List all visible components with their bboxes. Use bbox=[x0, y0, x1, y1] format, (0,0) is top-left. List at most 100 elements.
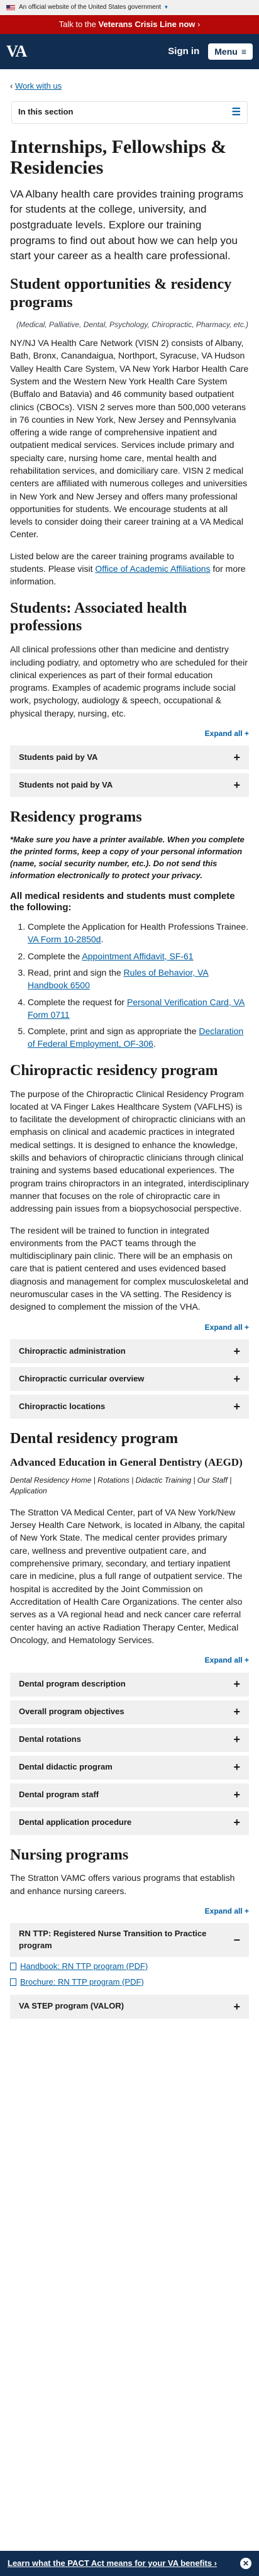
accordion-label: Chiropractic administration bbox=[19, 1346, 126, 1356]
step-item: Complete the Application for Health Prof… bbox=[28, 920, 249, 946]
opps-heading: Student opportunities & residency progra… bbox=[10, 276, 232, 311]
accordion-dental-rotations[interactable]: Dental rotations + bbox=[10, 1727, 249, 1752]
us-flag-icon bbox=[6, 4, 15, 11]
accordion-label: Students not paid by VA bbox=[19, 780, 113, 790]
arrow-right-icon: › bbox=[197, 20, 201, 29]
step-text: Complete, print and sign as appropriate … bbox=[28, 1026, 199, 1037]
oaa-link[interactable]: Office of Academic Affiliations bbox=[95, 564, 210, 574]
accordion-label: Students paid by VA bbox=[19, 752, 98, 762]
step-link[interactable]: Appointment Affidavit, SF-61 bbox=[82, 951, 193, 961]
accordion-label: Chiropractic locations bbox=[19, 1401, 106, 1411]
breadcrumb: ‹ Work with us bbox=[10, 69, 249, 101]
plus-icon: + bbox=[233, 779, 240, 792]
step-text: Complete the request for bbox=[28, 996, 127, 1007]
handbook-link[interactable]: Handbook: RN TTP program (PDF) bbox=[20, 1961, 148, 1973]
dental-heading: Dental residency program bbox=[10, 1430, 179, 1447]
in-this-section-toggle[interactable]: In this section ☰ bbox=[11, 101, 248, 124]
download-icon bbox=[10, 1963, 16, 1971]
main-content: ‹ Work with us In this section ☰ Interns… bbox=[0, 69, 259, 2054]
plus-icon: + bbox=[233, 2000, 240, 2013]
accordion-students-paid[interactable]: Students paid by VA + bbox=[10, 745, 249, 770]
plus-icon: + bbox=[233, 1372, 240, 1385]
accordion-dental-application[interactable]: Dental application procedure + bbox=[10, 1810, 249, 1835]
step-text: Read, print and sign the bbox=[28, 967, 124, 978]
download-handbook[interactable]: Handbook: RN TTP program (PDF) bbox=[10, 1961, 249, 1973]
assoc-paragraph: All clinical professions other than medi… bbox=[10, 644, 248, 718]
plus-icon: + bbox=[233, 1761, 240, 1774]
accordion-students-not-paid[interactable]: Students not paid by VA + bbox=[10, 773, 249, 798]
plus-icon: + bbox=[233, 1344, 240, 1358]
in-section-label: In this section bbox=[18, 107, 74, 117]
accordion-chiro-admin[interactable]: Chiropractic administration + bbox=[10, 1339, 249, 1364]
nursing-paragraph: The Stratton VAMC offers various program… bbox=[10, 1873, 235, 1896]
step-text: Complete the Application for Health Prof… bbox=[28, 922, 248, 932]
download-brochure[interactable]: Brochure: RN TTP program (PDF) bbox=[10, 1977, 249, 1988]
step-text-end: . bbox=[153, 1039, 156, 1049]
crisis-link[interactable]: Veterans Crisis Line now bbox=[99, 20, 196, 29]
chiro-paragraph-2: The resident will be trained to function… bbox=[10, 1225, 248, 1312]
accordion-va-step[interactable]: VA STEP program (VALOR) + bbox=[10, 1994, 249, 2019]
accordion-label: Dental program staff bbox=[19, 1790, 99, 1800]
step-text: Complete the bbox=[28, 951, 82, 961]
site-header: VA Sign in Menu ≡ bbox=[0, 34, 259, 69]
plus-icon: + bbox=[233, 1705, 240, 1719]
hamburger-icon: ≡ bbox=[241, 47, 246, 57]
plus-icon: + bbox=[233, 1816, 240, 1829]
plus-icon: + bbox=[233, 1678, 240, 1691]
brochure-link[interactable]: Brochure: RN TTP program (PDF) bbox=[20, 1977, 144, 1988]
plus-icon: + bbox=[233, 1788, 240, 1802]
accordion-label: RN TTP: Registered Nurse Transition to P… bbox=[19, 1929, 207, 1951]
chiro-heading: Chiropractic residency program bbox=[10, 1062, 218, 1079]
accordion-dental-objectives[interactable]: Overall program objectives + bbox=[10, 1700, 249, 1724]
dental-subheading: Advanced Education in General Dentistry … bbox=[10, 1456, 243, 1468]
accordion-dental-description[interactable]: Dental program description + bbox=[10, 1672, 249, 1697]
expand-all-button[interactable]: Expand all + bbox=[10, 728, 249, 739]
step-item: Complete, print and sign as appropriate … bbox=[28, 1025, 249, 1051]
assoc-heading: Students: Associated health professions bbox=[10, 599, 187, 635]
accordion-dental-didactic[interactable]: Dental didactic program + bbox=[10, 1755, 249, 1780]
residency-note: *Make sure you have a printer available.… bbox=[10, 835, 245, 880]
plus-icon: + bbox=[233, 751, 240, 764]
close-icon[interactable]: ✕ bbox=[240, 2558, 251, 2569]
minus-icon: − bbox=[233, 1934, 240, 1947]
residency-subheading: All medical residents and students must … bbox=[10, 890, 235, 913]
back-chevron-icon: ‹ bbox=[10, 81, 13, 91]
va-logo[interactable]: VA bbox=[6, 40, 27, 64]
signin-button[interactable]: Sign in bbox=[168, 45, 199, 59]
chiro-paragraph-1: The purpose of the Chiropractic Clinical… bbox=[10, 1088, 249, 1214]
accordion-dental-staff[interactable]: Dental program staff + bbox=[10, 1783, 249, 1807]
breadcrumb-link[interactable]: Work with us bbox=[15, 81, 62, 91]
opps-paragraph: NY/NJ VA Health Care Network (VISN 2) co… bbox=[10, 338, 249, 540]
accordion-chiro-curricular[interactable]: Chiropractic curricular overview + bbox=[10, 1367, 249, 1391]
nursing-heading: Nursing programs bbox=[10, 1846, 129, 1863]
expand-all-button[interactable]: Expand all + bbox=[10, 1655, 249, 1666]
expand-all-button[interactable]: Expand all + bbox=[10, 1322, 249, 1333]
gov-banner-text: An official website of the United States… bbox=[19, 3, 162, 11]
dental-paragraph: The Stratton VA Medical Center, part of … bbox=[10, 1507, 245, 1645]
residency-heading: Residency programs bbox=[10, 809, 142, 826]
accordion-chiro-locations[interactable]: Chiropractic locations + bbox=[10, 1395, 249, 1419]
pact-act-banner[interactable]: Learn what the PACT Act means for your V… bbox=[0, 2551, 259, 2576]
plus-icon: + bbox=[233, 1400, 240, 1413]
accordion-label: Dental application procedure bbox=[19, 1817, 132, 1827]
expand-all-button[interactable]: Expand all + bbox=[10, 1906, 249, 1917]
step-item: Complete the Appointment Affidavit, SF-6… bbox=[28, 950, 249, 962]
step-item: Read, print and sign the Rules of Behavi… bbox=[28, 966, 249, 992]
crisis-prefix: Talk to the bbox=[58, 20, 96, 29]
crisis-line-banner[interactable]: Talk to the Veterans Crisis Line now › bbox=[0, 15, 259, 34]
menu-button[interactable]: Menu ≡ bbox=[208, 43, 253, 60]
pact-act-link[interactable]: Learn what the PACT Act means for your V… bbox=[8, 2558, 217, 2570]
page-title: Internships, Fellowships & Residencies bbox=[10, 136, 227, 178]
accordion-label: Dental rotations bbox=[19, 1734, 81, 1744]
gov-banner[interactable]: An official website of the United States… bbox=[0, 0, 259, 15]
accordion-label: Chiropractic curricular overview bbox=[19, 1373, 145, 1383]
step-link[interactable]: VA Form 10-2850d bbox=[28, 934, 101, 944]
opps-paragraph-2: Listed below are the career training pro… bbox=[10, 550, 249, 588]
menu-icon: ☰ bbox=[231, 107, 241, 118]
accordion-label: Dental program description bbox=[19, 1679, 126, 1689]
accordion-label: Overall program objectives bbox=[19, 1707, 124, 1717]
plus-icon: + bbox=[233, 1733, 240, 1746]
opps-disciplines: (Medical, Palliative, Dental, Psychology… bbox=[16, 320, 249, 329]
accordion-rn-ttp[interactable]: RN TTP: Registered Nurse Transition to P… bbox=[10, 1923, 249, 1957]
download-icon bbox=[10, 1978, 16, 1987]
